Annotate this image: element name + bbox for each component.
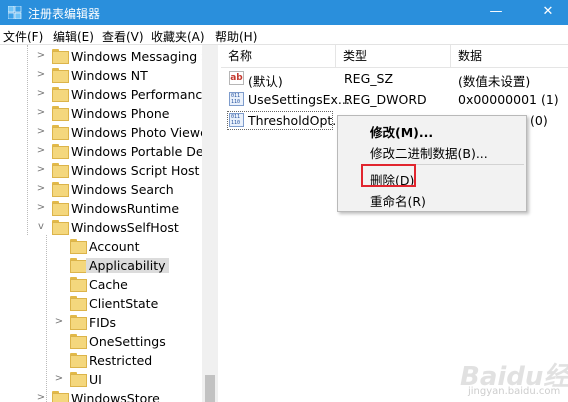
chevron-right-icon[interactable]: > [36, 50, 46, 62]
watermark-url: jingyan.baidu.com [468, 386, 561, 397]
minimize-button[interactable]: — [476, 0, 516, 25]
folder-icon [52, 163, 69, 178]
value-name: UseSettingsEx... [248, 92, 350, 107]
tree-item-windowsruntime[interactable]: > WindowsRuntime [0, 199, 202, 218]
tree-item-applicability[interactable]: Applicability [0, 256, 202, 275]
tree-item-restricted[interactable]: Restricted [0, 351, 202, 370]
value-type: REG_SZ [344, 71, 394, 86]
registry-editor-icon [8, 6, 22, 19]
menu-edit[interactable]: 编辑(E) [53, 28, 94, 45]
column-header-name[interactable]: 名称 [221, 45, 336, 67]
menu-bar: 文件(F) 编辑(E) 查看(V) 收藏夹(A) 帮助(H) [0, 25, 568, 45]
tree-item-windows-script-host[interactable]: > Windows Script Host [0, 161, 202, 180]
chevron-right-icon[interactable]: > [54, 316, 64, 328]
folder-icon [70, 258, 87, 273]
value-name: (默认) [248, 74, 283, 89]
folder-icon [70, 239, 87, 254]
table-row[interactable]: UseSettingsEx... REG_DWORD 0x00000001 (1… [221, 89, 568, 110]
chevron-right-icon[interactable]: > [36, 392, 46, 402]
chevron-right-icon[interactable]: > [36, 164, 46, 176]
chevron-right-icon[interactable]: > [36, 183, 46, 195]
tree-item-windows-phone[interactable]: > Windows Phone [0, 104, 202, 123]
value-name: ThresholdOpt... [248, 113, 345, 128]
menu-favorites[interactable]: 收藏夹(A) [151, 28, 205, 45]
tree-item-windows-performance[interactable]: > Windows Performance T [0, 85, 217, 104]
close-button[interactable]: ✕ [528, 0, 568, 25]
folder-icon [70, 315, 87, 330]
value-data: (数值未设置) [458, 74, 531, 89]
chevron-right-icon[interactable]: > [36, 202, 46, 214]
tree-item-windowsstore[interactable]: > WindowsStore [0, 389, 202, 402]
chevron-right-icon[interactable]: > [36, 145, 46, 157]
folder-icon [52, 106, 69, 121]
folder-icon [52, 68, 69, 83]
folder-icon [52, 391, 69, 402]
column-header-data[interactable]: 数据 [451, 45, 568, 67]
tree-item-windows-search[interactable]: > Windows Search [0, 180, 202, 199]
folder-icon [52, 49, 69, 64]
tree-item-account[interactable]: Account [0, 237, 202, 256]
menu-file[interactable]: 文件(F) [3, 28, 43, 45]
binary-value-icon [229, 92, 244, 106]
value-data: (0) [530, 113, 548, 128]
folder-icon [70, 372, 87, 387]
title-bar: 注册表编辑器 — ✕ [0, 0, 568, 25]
values-list[interactable]: 名称 类型 数据 ab (默认) REG_SZ (数值未设置) UseSetti… [221, 45, 568, 402]
tree-item-fids[interactable]: > FIDs [0, 313, 202, 332]
chevron-down-icon[interactable]: v [36, 221, 46, 233]
key-tree[interactable]: > Windows Messaging Su > Windows NT > Wi… [0, 45, 218, 402]
tree-item-windowsselfhost[interactable]: v WindowsSelfHost [0, 218, 202, 237]
chevron-right-icon[interactable]: > [36, 88, 46, 100]
folder-icon [70, 296, 87, 311]
tree-item-ui[interactable]: > UI [0, 370, 202, 389]
tree-item-cache[interactable]: Cache [0, 275, 202, 294]
menu-item-rename[interactable]: 重命名(R) [370, 191, 426, 210]
binary-value-icon [229, 113, 244, 127]
chevron-right-icon[interactable]: > [54, 373, 64, 385]
folder-icon [70, 334, 87, 349]
menu-help[interactable]: 帮助(H) [215, 28, 257, 45]
table-row[interactable]: ab (默认) REG_SZ (数值未设置) [221, 68, 568, 89]
folder-open-icon [52, 220, 69, 235]
chevron-right-icon[interactable]: > [36, 126, 46, 138]
tree-item-windows-messaging[interactable]: > Windows Messaging Su [0, 47, 217, 66]
folder-icon [70, 353, 87, 368]
value-type: REG_DWORD [344, 92, 427, 107]
watermark: Baidu经验 jingyan.baidu.com [440, 356, 568, 400]
value-data: 0x00000001 (1) [458, 92, 559, 107]
chevron-right-icon[interactable]: > [36, 107, 46, 119]
folder-icon [70, 277, 87, 292]
tree-scrollbar[interactable] [202, 45, 218, 402]
folder-icon [52, 182, 69, 197]
tree-item-windows-photo-viewer[interactable]: > Windows Photo Viewer [0, 123, 213, 142]
folder-icon [52, 201, 69, 216]
window-title: 注册表编辑器 [28, 7, 101, 21]
column-header-type[interactable]: 类型 [336, 45, 451, 67]
tree-item-windows-nt[interactable]: > Windows NT [0, 66, 202, 85]
tree-item-clientstate[interactable]: ClientState [0, 294, 202, 313]
folder-icon [52, 144, 69, 159]
tree-item-windows-portable-devices[interactable]: > Windows Portable Devic [0, 142, 217, 161]
tree-item-onesettings[interactable]: OneSettings [0, 332, 202, 351]
menu-item-modify[interactable]: 修改(M)... [370, 122, 433, 141]
chevron-right-icon[interactable]: > [36, 69, 46, 81]
delete-highlight-box [361, 164, 416, 187]
scrollbar-thumb[interactable] [205, 375, 215, 402]
string-value-icon: ab [229, 71, 244, 85]
folder-icon [52, 125, 69, 140]
menu-item-modify-binary[interactable]: 修改二进制数据(B)... [370, 143, 488, 162]
folder-icon [52, 87, 69, 102]
menu-view[interactable]: 查看(V) [102, 28, 144, 45]
